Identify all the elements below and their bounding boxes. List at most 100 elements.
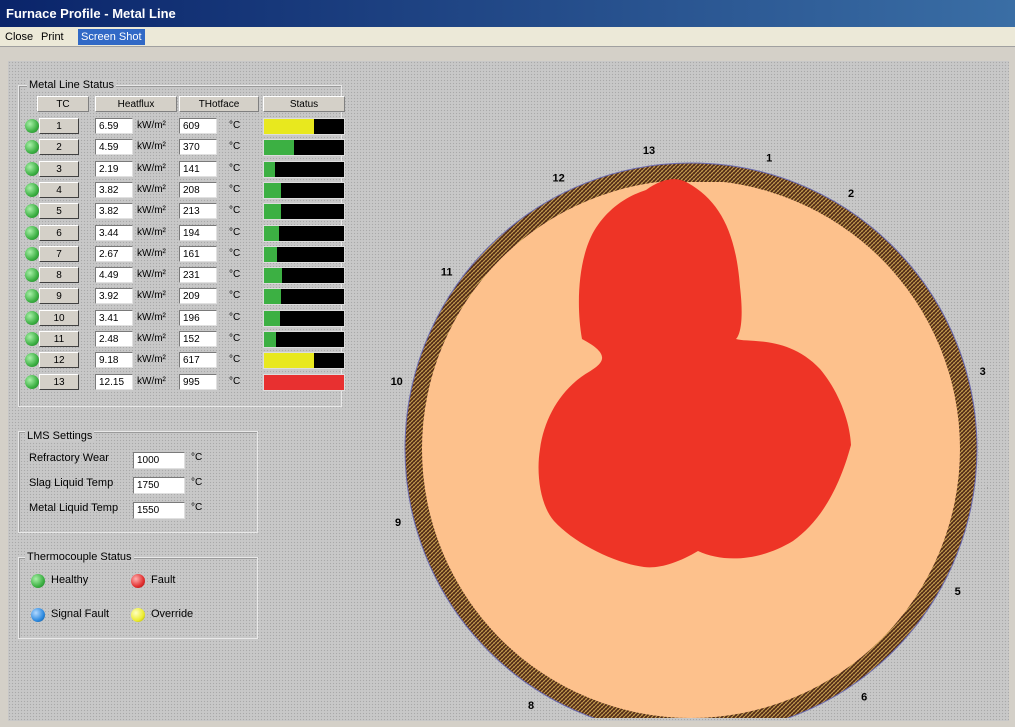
metal-liquid-temp-input[interactable]: 1550 <box>133 502 185 519</box>
heatflux-field[interactable]: 3.44 <box>95 224 133 241</box>
tc-button[interactable]: 13 <box>39 373 79 390</box>
status-bar-fill <box>264 140 295 156</box>
tc-button[interactable]: 10 <box>39 309 79 326</box>
status-bar <box>263 352 345 370</box>
thotface-field[interactable]: 196 <box>179 309 217 326</box>
heatflux-field[interactable]: 6.59 <box>95 118 133 134</box>
tc-health-led-icon <box>25 140 39 155</box>
tc-button[interactable]: 5 <box>39 203 79 220</box>
heatflux-field[interactable]: 3.82 <box>95 181 133 198</box>
tc-health-led-icon <box>25 268 39 283</box>
heatflux-unit: kW/m² <box>137 247 166 259</box>
metal-line-status-title: Metal Line Status <box>27 79 116 91</box>
heatflux-field[interactable]: 4.59 <box>95 139 133 156</box>
refractory-wear-input[interactable]: 1000 <box>133 452 185 469</box>
status-bar <box>263 267 345 285</box>
header-heatflux: Heatflux <box>95 96 177 112</box>
thermocouple-status-title: Thermocouple Status <box>25 551 134 563</box>
thotface-unit: °C <box>229 120 241 131</box>
tc-button[interactable]: 2 <box>39 139 79 156</box>
tc-health-led-icon <box>25 332 39 346</box>
table-row: 7 2.67 kW/m² 161 °C <box>19 245 345 264</box>
thotface-field[interactable]: 161 <box>179 245 217 262</box>
thotface-field[interactable]: 231 <box>179 267 217 284</box>
thotface-unit: °C <box>229 247 241 259</box>
heatflux-field[interactable]: 3.41 <box>95 309 133 326</box>
tc-button[interactable]: 11 <box>39 331 79 347</box>
menu-close[interactable]: Close <box>2 29 36 45</box>
thotface-unit: °C <box>229 290 241 302</box>
status-bar-fill <box>264 225 280 241</box>
tc-button[interactable]: 12 <box>39 352 79 369</box>
thotface-unit: °C <box>229 226 241 238</box>
furnace-position-label: 5 <box>955 586 961 598</box>
heatflux-field[interactable]: 4.49 <box>95 267 133 284</box>
status-bar <box>263 203 345 221</box>
tc-button[interactable]: 8 <box>39 267 79 284</box>
status-bar <box>263 181 345 199</box>
heatflux-field[interactable]: 2.67 <box>95 245 133 262</box>
tc-health-led-icon <box>25 353 39 368</box>
tc-health-led-icon <box>25 374 39 389</box>
heatflux-field[interactable]: 2.48 <box>95 331 133 347</box>
heatflux-field[interactable]: 3.92 <box>95 288 133 305</box>
slag-liquid-temp-input[interactable]: 1750 <box>133 477 185 494</box>
heatflux-unit: kW/m² <box>137 141 166 153</box>
menu-screenshot[interactable]: Screen Shot <box>78 29 145 45</box>
furnace-position-label: 1 <box>766 152 772 164</box>
heatflux-field[interactable]: 3.82 <box>95 203 133 220</box>
thotface-field[interactable]: 141 <box>179 160 217 177</box>
thotface-field[interactable]: 152 <box>179 331 217 347</box>
furnace-position-label: 10 <box>391 376 403 388</box>
tc-button[interactable]: 9 <box>39 288 79 305</box>
status-bar-fill <box>264 289 281 305</box>
heatflux-unit: kW/m² <box>137 375 166 387</box>
heatflux-field[interactable]: 9.18 <box>95 352 133 369</box>
heatflux-unit: kW/m² <box>137 269 166 281</box>
thotface-unit: °C <box>229 354 241 366</box>
thotface-field[interactable]: 194 <box>179 224 217 241</box>
heatflux-field[interactable]: 2.19 <box>95 160 133 177</box>
thotface-field[interactable]: 617 <box>179 352 217 369</box>
table-row: 10 3.41 kW/m² 196 °C <box>19 309 345 328</box>
thotface-unit: °C <box>229 375 241 387</box>
tc-button[interactable]: 7 <box>39 245 79 262</box>
slag-liquid-temp-label: Slag Liquid Temp <box>29 477 114 489</box>
heatflux-unit: kW/m² <box>137 354 166 366</box>
furnace-position-label: 9 <box>395 517 401 529</box>
furnace-position-label: 11 <box>441 267 453 279</box>
heatflux-unit: kW/m² <box>137 162 166 174</box>
thotface-field[interactable]: 995 <box>179 373 217 390</box>
status-bar-fill <box>264 310 280 326</box>
thotface-field[interactable]: 213 <box>179 203 217 220</box>
table-row: 13 12.15 kW/m² 995 °C <box>19 373 345 392</box>
lms-settings-title: LMS Settings <box>25 430 95 442</box>
heatflux-unit: kW/m² <box>137 290 166 302</box>
tc-button[interactable]: 6 <box>39 224 79 241</box>
legend-override: Override <box>151 608 194 620</box>
lms-settings-group: LMS Settings Refractory Wear 1000 °C Sla… <box>18 430 258 533</box>
status-bar-fill <box>264 332 276 347</box>
menu-print[interactable]: Print <box>38 29 67 45</box>
thotface-unit: °C <box>229 333 241 344</box>
tc-button[interactable]: 1 <box>39 118 79 134</box>
heatflux-unit: kW/m² <box>137 333 166 344</box>
furnace-position-label: 13 <box>643 145 655 157</box>
table-row: 11 2.48 kW/m² 152 °C <box>19 330 345 349</box>
thotface-field[interactable]: 609 <box>179 118 217 134</box>
legend-healthy: Healthy <box>51 574 89 586</box>
thotface-unit: °C <box>229 269 241 281</box>
refractory-wear-unit: °C <box>191 452 203 463</box>
metal-liquid-temp-label: Metal Liquid Temp <box>29 502 119 514</box>
tc-button[interactable]: 3 <box>39 160 79 177</box>
heatflux-field[interactable]: 12.15 <box>95 373 133 390</box>
thotface-field[interactable]: 370 <box>179 139 217 156</box>
heatflux-unit: kW/m² <box>137 120 166 131</box>
thotface-field[interactable]: 208 <box>179 181 217 198</box>
thotface-field[interactable]: 209 <box>179 288 217 305</box>
status-bar <box>263 331 345 348</box>
thotface-unit: °C <box>229 311 241 323</box>
header-tc: TC <box>37 96 89 112</box>
tc-button[interactable]: 4 <box>39 181 79 198</box>
table-row: 3 2.19 kW/m² 141 °C <box>19 160 345 179</box>
